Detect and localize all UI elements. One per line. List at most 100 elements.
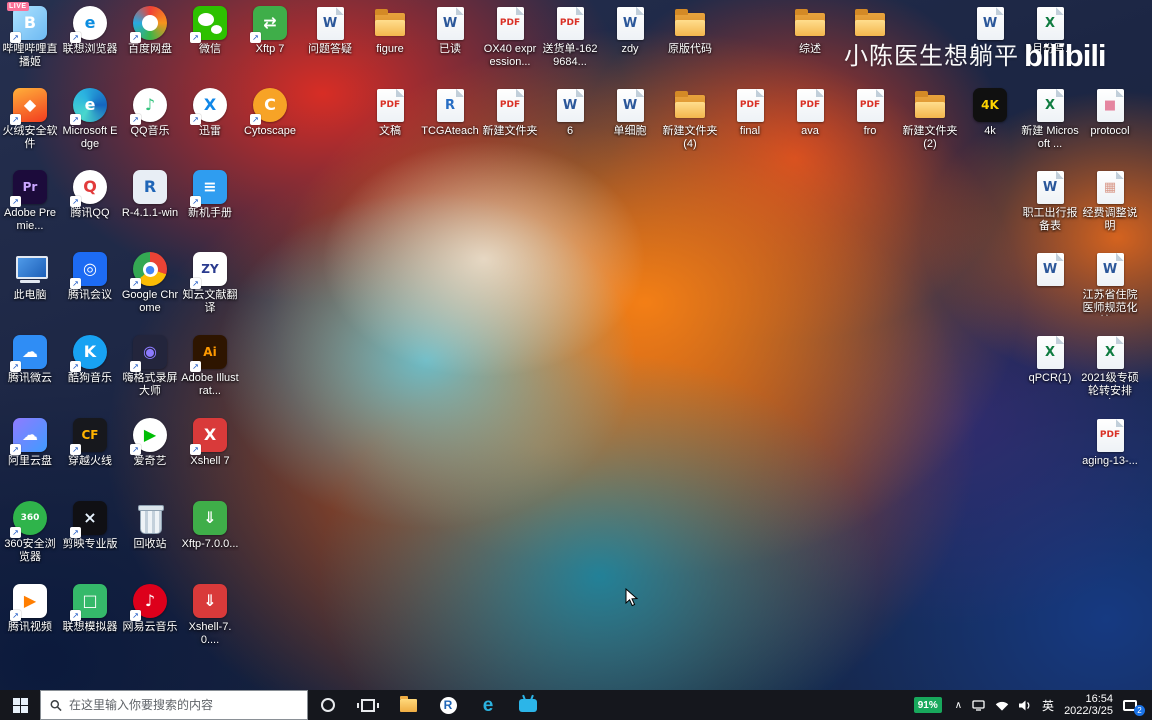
desktop-icon-manual[interactable]: ≡ ↗ 新机手册 (181, 170, 239, 220)
desktop-icon-wechat[interactable]: ↗ 微信 (181, 6, 239, 56)
desktop-icon-pdf-doc[interactable]: PDF 送货单-1629684... (541, 6, 599, 69)
desktop-icon-pdf-doc[interactable]: PDF 文稿 (361, 88, 419, 138)
desktop-icon-360-browser[interactable]: 360 ↗ 360安全浏览器 (1, 501, 59, 564)
desktop-icon-huorong-security[interactable]: ◆ ↗ 火绒安全软件 (1, 88, 59, 151)
desktop-icon-r-doc[interactable]: R TCGAteach (421, 88, 479, 138)
r-app-button[interactable]: R (428, 690, 468, 720)
desktop-icon-qq-music[interactable]: ♪ ↗ QQ音乐 (121, 88, 179, 138)
kugou-music-icon: K ↗ (70, 335, 107, 372)
icon-glyph: X (1104, 345, 1116, 360)
desktop-icon-word-doc[interactable]: W 问题答疑 (301, 6, 359, 56)
desktop-icon-word-doc[interactable]: W6 (541, 88, 599, 138)
icon-glyph: □ (82, 591, 98, 610)
desktop-icon-folder[interactable]: 原版代码 (661, 6, 719, 56)
desktop-icon-folder[interactable]: 综述 (781, 6, 839, 56)
icon-glyph: PDF (799, 100, 821, 110)
bilibili-livehime-button[interactable] (508, 690, 548, 720)
icon-glyph: ♪ (144, 591, 156, 610)
desktop-icon-tencent-meeting[interactable]: ◎ ↗ 腾讯会议 (61, 252, 119, 302)
desktop-icon-label: 嗨格式录屏大师 (122, 372, 178, 397)
desktop-icon-this-pc[interactable]: 此电脑 (1, 252, 59, 302)
desktop-icon-word-doc[interactable]: W 职工出行报备表 (1021, 170, 1079, 233)
desktop-icon-pdf-doc[interactable]: PDF aging-13-... (1081, 418, 1139, 468)
volume-tray-button[interactable] (1014, 690, 1037, 720)
desktop-icon-higeshi-recorder[interactable]: ◉ ↗ 嗨格式录屏大师 (121, 335, 179, 398)
desktop-icon-folder[interactable]: 新建文件夹(2) (901, 88, 959, 151)
start-button[interactable] (0, 690, 40, 720)
desktop-icon-label: 哔哩哔哩直播姬 (2, 43, 58, 68)
desktop-icon-word-doc[interactable]: W (1021, 252, 1079, 289)
edge-taskbar-button[interactable]: e (468, 690, 508, 720)
desktop-icon-excel-doc[interactable]: X 2021级专硕轮转安排（... (1081, 335, 1139, 399)
desktop-icon-folder[interactable]: 新建文件夹(4) (661, 88, 719, 151)
r-installer-icon: R (133, 170, 167, 204)
desktop-icon-tencent-video[interactable]: ▶ ↗ 腾讯视频 (1, 584, 59, 634)
desktop-icon-netease-music[interactable]: ♪ ↗ 网易云音乐 (121, 584, 179, 634)
desktop-icon-label: 腾讯QQ (70, 207, 110, 219)
desktop-icon-lenovo-browser[interactable]: e ↗ 联想浏览器 (61, 6, 119, 56)
wifi-icon (995, 701, 1009, 711)
desktop-icon-baidu-netdisk[interactable]: ↗ 百度网盘 (121, 6, 179, 56)
network-tray-button[interactable] (990, 690, 1014, 720)
desktop-icon-image-doc[interactable]: ■ protocol (1081, 88, 1139, 138)
desktop-icon-tencent-weiyun[interactable]: ☁ ↗ 腾讯微云 (1, 335, 59, 385)
desktop-icon-adobe-premiere[interactable]: Pr ↗ Adobe Premie... (1, 170, 59, 233)
desktop-icon-label: 剪映专业版 (62, 538, 118, 550)
desktop-icon-kugou-music[interactable]: K ↗ 酷狗音乐 (61, 335, 119, 385)
desktop-icon-label: 爱奇艺 (133, 455, 167, 467)
taskbar-clock[interactable]: 16:54 2022/3/25 (1059, 690, 1118, 720)
desktop-icon-label: 新建文件夹(2) (902, 125, 958, 150)
desktop-icon-aliyun-drive[interactable]: ☁ ↗ 阿里云盘 (1, 418, 59, 468)
image-doc-icon: ▦ (1096, 171, 1124, 204)
desktop-icon-microsoft-edge[interactable]: e ↗ Microsoft Edge (61, 88, 119, 151)
desktop-icon-xftp-7[interactable]: ⇄ ↗ Xftp 7 (241, 6, 299, 56)
desktop-icon-crossfire[interactable]: CF ↗ 穿越火线 (61, 418, 119, 468)
pdf-doc-icon: PDF (556, 7, 584, 40)
desktop-icon-pdf-doc[interactable]: PDF final (721, 88, 779, 138)
shortcut-arrow-icon: ↗ (10, 32, 21, 43)
desktop-icon-xshell-7[interactable]: X ↗ Xshell 7 (181, 418, 239, 468)
desktop-icon-word-doc[interactable]: W 江苏省住院医师规范化培... (1081, 252, 1139, 316)
desktop-icon-pdf-doc[interactable]: PDF ava (781, 88, 839, 138)
language-indicator[interactable]: 英 (1037, 690, 1059, 720)
desktop-icon-pdf-doc[interactable]: PDF 新建文件夹 (481, 88, 539, 138)
desktop-icon-r-installer[interactable]: R R-4.1.1-win (121, 170, 179, 220)
desktop-icon-word-doc[interactable]: Wzdy (601, 6, 659, 56)
file-explorer-button[interactable] (388, 690, 428, 720)
search-input[interactable] (69, 698, 298, 712)
battery-indicator[interactable]: 91% (909, 690, 950, 720)
desktop-icon-pdf-doc[interactable]: PDF OX40 expression... (481, 6, 539, 69)
desktop-icon-zhiyun-translate[interactable]: ZY ↗ 知云文献翻译 (181, 252, 239, 315)
desktop-icon-label: 酷狗音乐 (68, 372, 112, 384)
display-tray-button[interactable] (967, 690, 990, 720)
desktop-icon-excel-doc[interactable]: X 新建 Microsoft ... (1021, 88, 1079, 151)
excel-doc-icon: X (1036, 7, 1064, 40)
desktop-icon-adobe-illustrator[interactable]: Ai ↗ Adobe Illustrat... (181, 335, 239, 398)
desktop-icon-xshell-installer[interactable]: ⇓ Xshell-7.0.... (181, 584, 239, 647)
desktop-icon-cytoscape[interactable]: C ↗ Cytoscape (241, 88, 299, 138)
desktop-icon-label: 经费调整说明 (1082, 207, 1138, 232)
desktop-icon-excel-doc[interactable]: XqPCR(1) (1021, 335, 1079, 385)
desktop-icon-label: 百度网盘 (128, 43, 172, 55)
desktop-icon-folder[interactable]: figure (361, 6, 419, 56)
hidden-icons-chevron[interactable]: ∧ (950, 690, 967, 720)
desktop-icon-word-doc[interactable]: W 单细胞 (601, 88, 659, 138)
cortana-button[interactable] (308, 690, 348, 720)
desktop-icon-lenovo-emulator[interactable]: □ ↗ 联想模拟器 (61, 584, 119, 634)
shortcut-arrow-icon: ↗ (190, 114, 201, 125)
desktop-icon-bilibili-livehime[interactable]: B LIVE ↗ 哔哩哔哩直播姬 (1, 2, 59, 69)
desktop-icon-pdf-doc[interactable]: PDF fro (841, 88, 899, 138)
desktop-icon-jianying[interactable]: × ↗ 剪映专业版 (61, 501, 119, 551)
desktop-icon-word-doc[interactable]: W 已读 (421, 6, 479, 56)
desktop-icon-xftp-installer[interactable]: ⇓ Xftp-7.0.0... (181, 501, 239, 551)
taskbar-search[interactable] (40, 690, 308, 720)
desktop-icon-thunder[interactable]: X ↗ 迅雷 (181, 88, 239, 138)
desktop-icon-tencent-qq[interactable]: Q ↗ 腾讯QQ (61, 170, 119, 220)
desktop-icon-image-doc[interactable]: ▦ 经费调整说明 (1081, 170, 1139, 233)
desktop-icon-iqiyi[interactable]: ▶ ↗ 爱奇艺 (121, 418, 179, 468)
desktop-icon-recycle-bin[interactable]: 回收站 (121, 501, 179, 551)
desktop-icon-google-chrome[interactable]: ● ↗ Google Chrome (121, 252, 179, 315)
task-view-button[interactable] (348, 690, 388, 720)
notification-center-button[interactable]: 2 (1118, 690, 1147, 720)
desktop-icon-4k-downloader[interactable]: 4K 4k (961, 88, 1019, 138)
